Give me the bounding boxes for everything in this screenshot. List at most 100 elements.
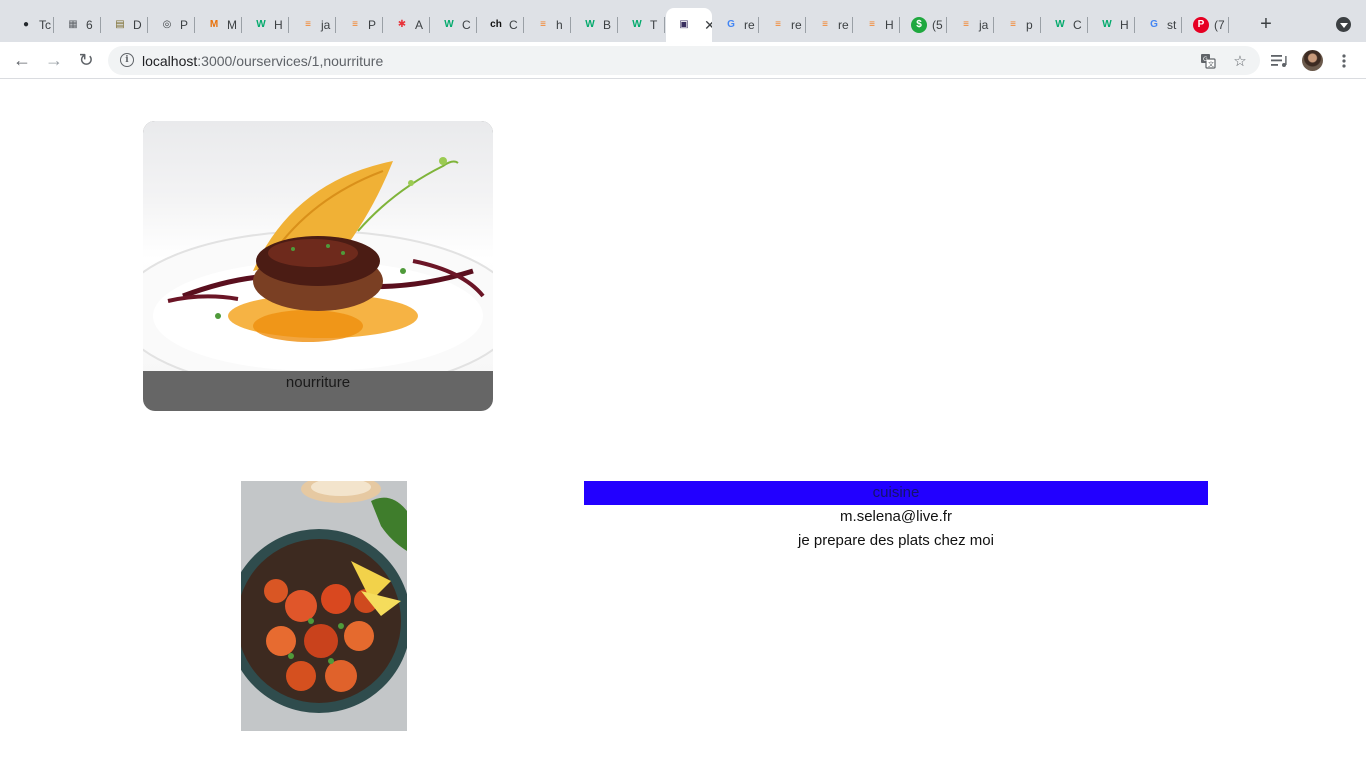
browser-tab[interactable]: ≡ ja	[290, 8, 336, 42]
tab-separator	[100, 17, 101, 33]
browser-tab[interactable]: ▦ 6	[55, 8, 101, 42]
browser-tab[interactable]: ▣ ✕	[666, 8, 712, 42]
browser-tab[interactable]: ch C	[478, 8, 524, 42]
svg-text:文: 文	[1208, 61, 1214, 69]
new-tab-button[interactable]: +	[1256, 14, 1276, 34]
app-thumbnail-icon: ▣	[679, 19, 689, 30]
browser-tab[interactable]: ≡ ja	[948, 8, 994, 42]
tab-separator	[147, 17, 148, 33]
tab-title: re	[791, 18, 802, 32]
back-button[interactable]: ←	[10, 48, 34, 72]
tab-separator	[570, 17, 571, 33]
browser-tab[interactable]: WC	[1042, 8, 1088, 42]
w3schools-icon: W	[1055, 19, 1065, 30]
tab-title: D	[133, 18, 142, 32]
tab-title: Tc	[39, 18, 51, 32]
stackoverflow-icon: ≡	[1010, 19, 1016, 30]
browser-tab[interactable]: ≡ P	[337, 8, 383, 42]
browser-tab[interactable]: ✱ A	[384, 8, 430, 42]
tab-title: T	[650, 18, 658, 32]
google-icon: G	[727, 19, 735, 30]
service-email: m.selena@live.fr	[840, 508, 952, 525]
food-dish-image	[143, 121, 493, 371]
site-info-icon[interactable]: i	[120, 53, 134, 67]
browser-tab[interactable]: ≡ p	[995, 8, 1041, 42]
bookmark-star-icon[interactable]: ☆	[1230, 51, 1250, 71]
service-details: cuisine m.selena@live.fr je prepare des …	[584, 481, 1208, 553]
google-icon: G	[1150, 19, 1158, 30]
browser-tab[interactable]: P (7	[1183, 8, 1229, 42]
profile-avatar[interactable]	[1302, 50, 1323, 71]
stackoverflow-icon: ≡	[869, 19, 875, 30]
tab-separator	[335, 17, 336, 33]
card-caption: nourriture	[285, 374, 351, 391]
w3schools-icon: W	[444, 19, 454, 30]
dollar-icon: $	[911, 17, 927, 33]
tab-separator	[1228, 17, 1229, 33]
tab-title: C	[462, 18, 471, 32]
browser-tab[interactable]: MM	[196, 8, 242, 42]
tab-separator	[852, 17, 853, 33]
tab-separator	[899, 17, 900, 33]
url-text[interactable]: localhost:3000/ourservices/1,nourriture	[142, 53, 383, 69]
browser-tab[interactable]: ≡ h	[525, 8, 571, 42]
w3schools-icon: W	[1102, 19, 1112, 30]
browser-toolbar: ← → ↻ i localhost:3000/ourservices/1,nou…	[0, 42, 1366, 79]
forward-button[interactable]: →	[42, 48, 66, 72]
tab-separator	[476, 17, 477, 33]
tab-separator	[241, 17, 242, 33]
tab-title: ja	[979, 18, 989, 32]
tab-separator	[1181, 17, 1182, 33]
tab-title: (7	[1214, 18, 1225, 32]
tab-separator	[288, 17, 289, 33]
browser-tab[interactable]: Gre	[713, 8, 759, 42]
tab-separator	[1134, 17, 1135, 33]
browser-tab[interactable]: ≡ re	[807, 8, 853, 42]
menu-kebab-icon[interactable]	[1333, 50, 1355, 72]
w3schools-icon: W	[585, 19, 595, 30]
service-photo	[241, 481, 407, 731]
stackoverflow-icon: ≡	[775, 19, 781, 30]
service-category: cuisine	[584, 481, 1208, 505]
tab-title: P	[368, 18, 377, 32]
w3schools-icon: W	[256, 19, 266, 30]
m-logo-icon: M	[209, 19, 219, 30]
translate-icon[interactable]: G文	[1198, 51, 1218, 71]
tab-separator	[946, 17, 947, 33]
browser-tab[interactable]: WT	[619, 8, 665, 42]
address-bar[interactable]: i localhost:3000/ourservices/1,nourritur…	[108, 46, 1260, 75]
tab-title: re	[744, 18, 755, 32]
service-card[interactable]: nourriture	[143, 121, 493, 411]
tab-separator	[993, 17, 994, 33]
stackoverflow-icon: ≡	[963, 19, 969, 30]
browser-tab[interactable]: ≡ H	[854, 8, 900, 42]
browser-tab[interactable]: WC	[431, 8, 477, 42]
browser-tab[interactable]: WH	[1089, 8, 1135, 42]
tab-title: p	[1026, 18, 1033, 32]
tab-title: H	[885, 18, 894, 32]
asterisk-icon: ✱	[397, 19, 407, 30]
tab-separator	[53, 17, 54, 33]
browser-tab[interactable]: Gst	[1136, 8, 1182, 42]
tab-title: 6	[86, 18, 93, 32]
browser-tab[interactable]: ≡ re	[760, 8, 806, 42]
tab-title: C	[1073, 18, 1082, 32]
browser-tab[interactable]: ▤ D	[102, 8, 148, 42]
tab-title: st	[1167, 18, 1177, 32]
browser-tab[interactable]: ◎ P	[149, 8, 195, 42]
stackoverflow-icon: ≡	[305, 19, 311, 30]
tab-search-button[interactable]	[1336, 17, 1351, 32]
browser-tab[interactable]: ● Tc	[8, 8, 54, 42]
browser-tab[interactable]: WB	[572, 8, 618, 42]
tab-title: re	[838, 18, 849, 32]
tab-separator	[664, 17, 665, 33]
close-tab-icon[interactable]: ✕	[704, 17, 712, 34]
browser-tab[interactable]: $ (5	[901, 8, 947, 42]
tab-title: C	[509, 18, 518, 32]
tab-title: M	[227, 18, 237, 32]
reading-list-icon[interactable]	[1268, 50, 1290, 72]
reload-button[interactable]: ↻	[74, 48, 98, 72]
tab-separator	[382, 17, 383, 33]
tab-separator	[805, 17, 806, 33]
browser-tab[interactable]: WH	[243, 8, 289, 42]
